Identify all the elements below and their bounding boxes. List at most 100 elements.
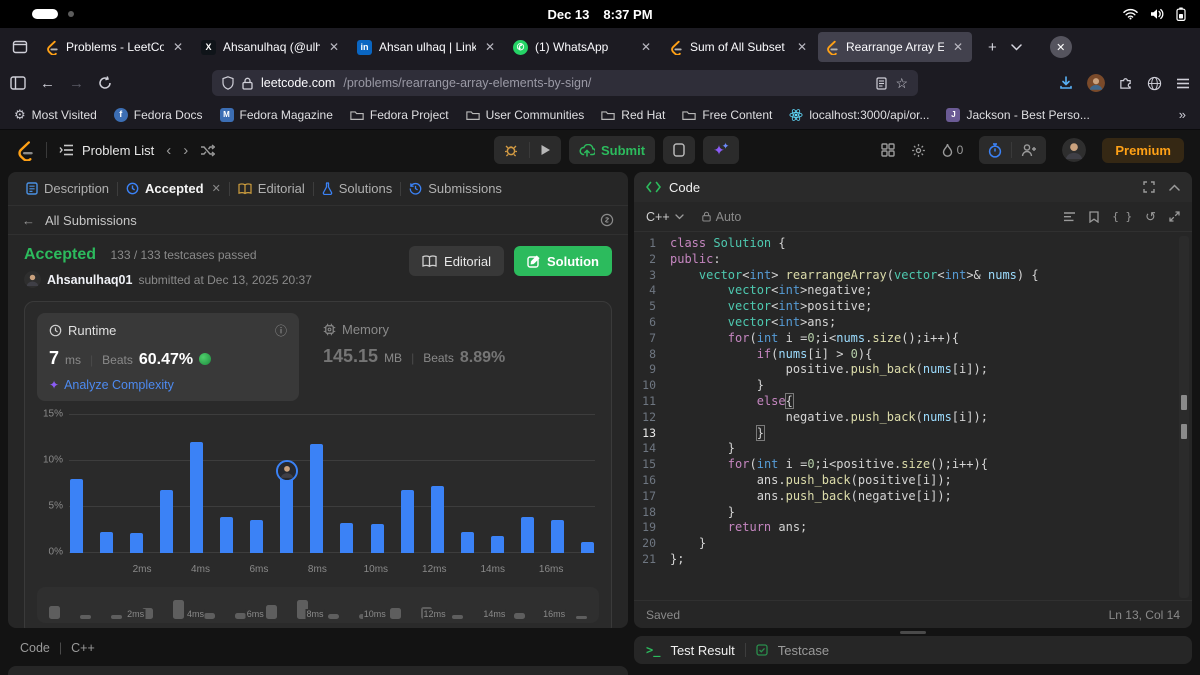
streak-counter[interactable]: 0 xyxy=(942,143,963,157)
panel-resize-handle[interactable] xyxy=(634,628,1192,636)
brackets-icon[interactable]: { } xyxy=(1112,210,1132,223)
code-line-5[interactable]: 5 vector<int>positive; xyxy=(634,299,1192,315)
tab-solutions[interactable]: Solutions xyxy=(314,181,400,196)
collapse-panel-icon[interactable] xyxy=(1169,181,1180,193)
globe-icon[interactable] xyxy=(1147,76,1162,91)
code-line-16[interactable]: 16 ans.push_back(positive[i]); xyxy=(634,473,1192,489)
runtime-bar-3ms[interactable] xyxy=(159,415,173,553)
reload-button[interactable] xyxy=(98,76,112,90)
runtime-bar-5ms[interactable] xyxy=(220,415,234,553)
memory-stat-block[interactable]: Memory 145.15 MB | Beats 8.89% xyxy=(311,313,573,401)
runtime-bar-13ms[interactable] xyxy=(460,415,474,553)
copy-link-icon[interactable] xyxy=(600,213,614,227)
editorial-button[interactable]: Editorial xyxy=(409,246,504,276)
my-submission-marker[interactable] xyxy=(275,460,298,483)
solution-button[interactable]: Solution xyxy=(514,246,612,276)
bookmark-item-5[interactable]: Red Hat xyxy=(601,108,665,122)
submit-button[interactable]: Submit xyxy=(569,136,656,164)
browser-tab-5[interactable]: Rearrange Array Ele ✕ xyxy=(818,32,972,62)
code-line-15[interactable]: 15 for(int i =0;i<positive.size();i++){ xyxy=(634,457,1192,473)
maximize-editor-icon[interactable] xyxy=(1169,211,1180,222)
list-tabs-button[interactable] xyxy=(1011,43,1022,51)
tab-close-icon[interactable]: ✕ xyxy=(639,40,653,54)
code-collapsed-bar[interactable]: Code | C++ xyxy=(8,635,628,661)
bookmark-item-1[interactable]: f Fedora Docs xyxy=(113,107,203,122)
analyze-complexity-button[interactable]: ✦ Analyze Complexity xyxy=(49,378,287,392)
debug-button[interactable] xyxy=(494,136,529,164)
forward-button[interactable]: → xyxy=(69,75,84,92)
workspace-pill[interactable] xyxy=(32,9,58,19)
bookmark-star-icon[interactable]: ☆ xyxy=(895,75,908,92)
bookmarks-overflow-chevron[interactable]: » xyxy=(1179,107,1186,122)
tab-accepted[interactable]: Accepted ✕ xyxy=(118,181,229,196)
runtime-bar-4ms[interactable] xyxy=(189,415,203,553)
code-line-11[interactable]: 11 else{ xyxy=(634,392,1192,410)
code-line-3[interactable]: 3 vector<int> rearrangeArray(vector<int>… xyxy=(634,268,1192,284)
code-line-17[interactable]: 17 ans.push_back(negative[i]); xyxy=(634,489,1192,505)
next-problem-button[interactable]: › xyxy=(183,142,188,159)
firefox-account-avatar[interactable] xyxy=(1087,74,1105,92)
bookmark-item-8[interactable]: J Jackson - Best Perso... xyxy=(946,107,1090,122)
back-button[interactable]: ← xyxy=(40,75,55,92)
url-bar[interactable]: leetcode.com/problems/rearrange-array-el… xyxy=(212,70,918,96)
code-line-19[interactable]: 19 return ans; xyxy=(634,520,1192,536)
code-line-4[interactable]: 4 vector<int>negative; xyxy=(634,283,1192,299)
language-selector[interactable]: C++ xyxy=(646,210,684,224)
tab-close-icon[interactable]: ✕ xyxy=(795,40,809,54)
auto-mode-toggle[interactable]: Auto xyxy=(701,210,741,224)
ai-assist-button[interactable]: ✦ ✦ xyxy=(703,136,740,164)
code-line-12[interactable]: 12 negative.push_back(nums[i]); xyxy=(634,410,1192,426)
bookmark-item-7[interactable]: localhost:3000/api/or... xyxy=(789,108,929,122)
tab-description[interactable]: Description xyxy=(18,181,117,196)
volume-icon[interactable] xyxy=(1150,8,1164,20)
back-arrow[interactable]: ← xyxy=(22,213,35,228)
window-close-button[interactable]: ✕ xyxy=(1049,36,1072,58)
collapsed-panel-edge[interactable] xyxy=(8,666,628,675)
runtime-bar-10ms[interactable] xyxy=(370,415,384,553)
runtime-bar-11ms[interactable] xyxy=(400,415,414,553)
new-tab-button[interactable]: + xyxy=(988,39,997,56)
code-line-20[interactable]: 20 } xyxy=(634,536,1192,552)
runtime-bar-2ms[interactable] xyxy=(129,415,143,553)
extension-icon[interactable] xyxy=(1119,76,1133,90)
runtime-bar-17ms[interactable] xyxy=(581,415,595,553)
bookmark-item-2[interactable]: M Fedora Magazine xyxy=(219,107,333,122)
bookmark-item-4[interactable]: User Communities xyxy=(465,108,584,122)
code-line-8[interactable]: 8 if(nums[i] > 0){ xyxy=(634,347,1192,363)
wifi-icon[interactable] xyxy=(1123,8,1138,20)
bookmark-item-0[interactable]: ⚙ Most Visited xyxy=(14,108,97,122)
premium-button[interactable]: Premium xyxy=(1102,137,1184,163)
browser-tab-4[interactable]: Sum of All Subset ✕ xyxy=(662,32,816,62)
runtime-bar-0ms[interactable] xyxy=(69,415,83,553)
all-submissions-label[interactable]: All Submissions xyxy=(45,213,137,228)
submitter-username[interactable]: Ahsanulhaq01 xyxy=(47,273,132,287)
bookmark-icon[interactable] xyxy=(1089,210,1099,223)
code-line-14[interactable]: 14 } xyxy=(634,441,1192,457)
tab-editorial[interactable]: Editorial xyxy=(230,181,313,196)
runtime-bar-6ms[interactable] xyxy=(250,415,264,553)
browser-tab-3[interactable]: ✆ (1) WhatsApp ✕ xyxy=(506,32,660,62)
editor-scrollbar[interactable] xyxy=(1179,236,1189,598)
timer-button[interactable] xyxy=(979,142,1011,158)
workspace-dot[interactable] xyxy=(68,11,74,17)
bookmark-item-6[interactable]: Free Content xyxy=(682,108,772,122)
code-line-1[interactable]: 1 class Solution { xyxy=(634,236,1192,252)
system-clock[interactable]: Dec 13 8:37 PM xyxy=(547,7,652,22)
firefox-view-icon[interactable] xyxy=(12,39,28,55)
runtime-info-icon[interactable]: ⓘ xyxy=(275,322,287,339)
sidebar-toggle-icon[interactable] xyxy=(10,76,26,90)
problem-list-button[interactable]: Problem List xyxy=(59,143,154,158)
bookmark-item-3[interactable]: Fedora Project xyxy=(350,108,449,122)
browser-tab-0[interactable]: Problems - LeetCode ✕ xyxy=(38,32,192,62)
runtime-stat-block[interactable]: Runtime ⓘ 7 ms | Beats 60.47% ✦ Analyze … xyxy=(37,313,299,401)
test-result-tab[interactable]: Test Result xyxy=(670,643,734,658)
code-editor[interactable]: 1 class Solution {2 public: 3 vector<int> r… xyxy=(634,232,1192,600)
run-button[interactable] xyxy=(530,136,561,164)
code-line-21[interactable]: 21}; xyxy=(634,552,1192,568)
tab-close-icon[interactable]: ✕ xyxy=(212,182,221,195)
prev-problem-button[interactable]: ‹ xyxy=(166,142,171,159)
runtime-bar-9ms[interactable] xyxy=(340,415,354,553)
code-line-10[interactable]: 10 } xyxy=(634,378,1192,394)
runtime-bar-14ms[interactable] xyxy=(491,415,505,553)
browser-tab-2[interactable]: in Ahsan ulhaq | Linke ✕ xyxy=(350,32,504,62)
